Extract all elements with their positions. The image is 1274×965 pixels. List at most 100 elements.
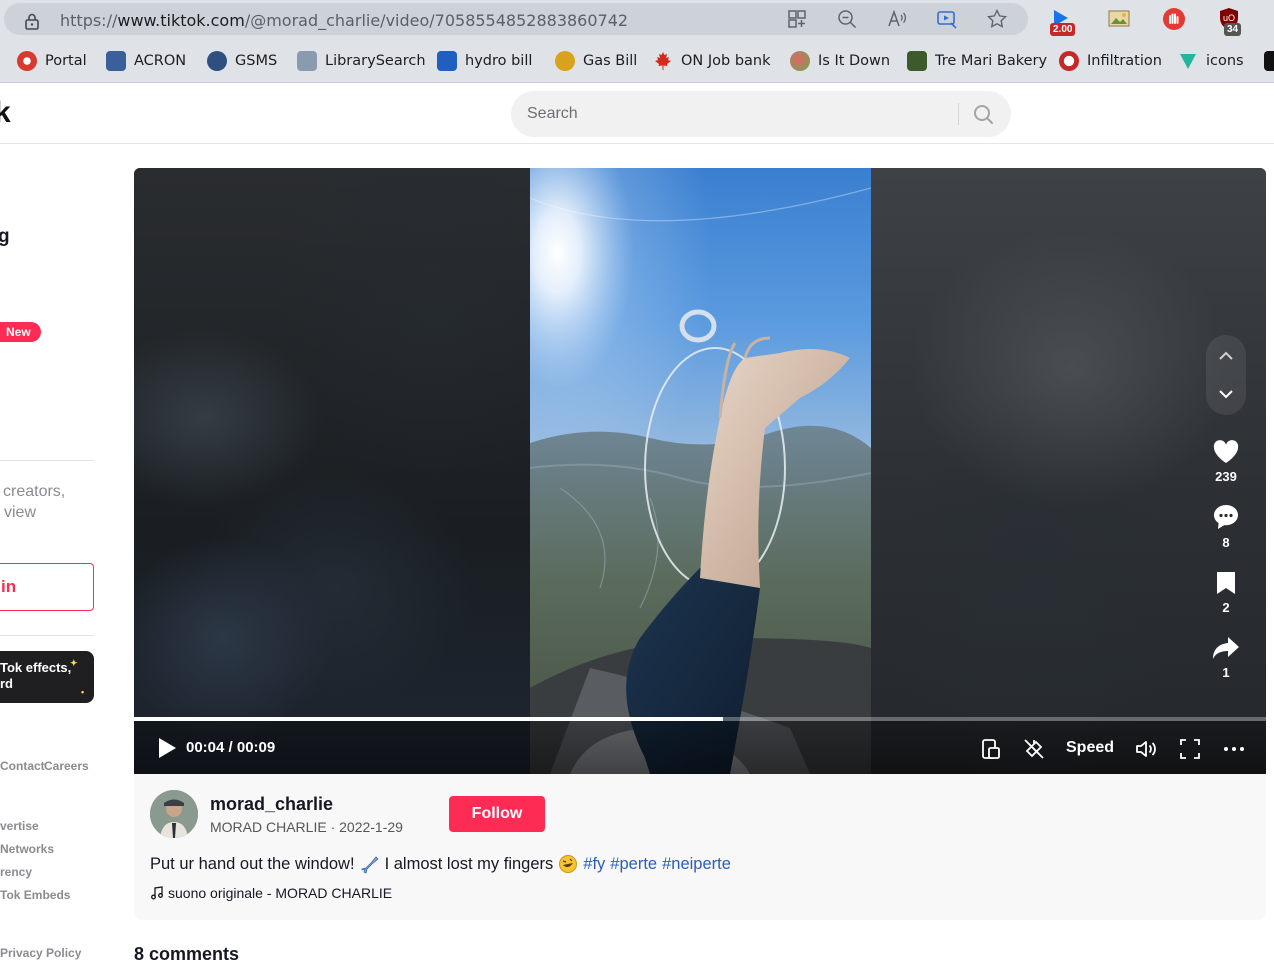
bookmark-hydro-bill[interactable]: hydro bill <box>437 50 532 72</box>
footer-link-networks[interactable]: Networks <box>0 842 54 856</box>
airplane-emoji-icon <box>361 856 379 874</box>
bookmark-is-it-down[interactable]: Is It Down <box>790 50 890 72</box>
chevron-up-icon[interactable] <box>1216 346 1236 366</box>
hydro-icon <box>437 51 457 71</box>
video-still-image <box>530 168 871 774</box>
progress-fill <box>134 717 723 721</box>
save-count: 2 <box>1222 600 1230 615</box>
extension-hand-stop-icon[interactable] <box>1161 6 1187 32</box>
progress-bar[interactable] <box>134 717 1266 721</box>
portal-icon <box>17 51 37 71</box>
extension-ublock-icon[interactable]: uO 34 <box>1216 6 1242 36</box>
heart-icon <box>1213 440 1239 463</box>
comment-count: 8 <box>1222 535 1230 550</box>
video-player[interactable]: 239 8 2 1 00:04 / 00:09 Speed <box>134 168 1266 774</box>
bookmarks-bar: Portal ACRON GSMS LibrarySearch hydro bi… <box>0 38 1274 83</box>
share-arrow-icon <box>1213 637 1239 659</box>
sidebar-login-note: creators, view <box>3 483 66 521</box>
video-cast-icon[interactable] <box>936 8 958 30</box>
tiktok-logo[interactable]: k <box>0 96 11 130</box>
bookmark-acron[interactable]: ACRON <box>106 50 186 72</box>
time-display: 00:04 / 00:09 <box>186 739 276 756</box>
hashtag-fy[interactable]: #fy <box>583 855 605 874</box>
bookmark-overflow[interactable] <box>1264 50 1274 72</box>
rofl-emoji-icon <box>559 855 578 873</box>
isitdown-icon <box>790 51 810 71</box>
share-count: 1 <box>1222 665 1230 680</box>
lock-icon[interactable] <box>23 12 41 30</box>
new-badge: New <box>0 322 41 342</box>
browser-address-bar: https://www.tiktok.com/@morad_charlie/vi… <box>0 0 1274 38</box>
fullscreen-icon[interactable] <box>1178 737 1202 761</box>
avatar[interactable] <box>150 790 198 838</box>
search-bar <box>511 91 1011 137</box>
comment-button[interactable]: 8 <box>1206 503 1246 550</box>
app-available-icon[interactable] <box>786 8 808 30</box>
bookmark-icon <box>1217 572 1235 594</box>
icons-site-icon <box>1180 54 1196 69</box>
bookmark-gsms[interactable]: GSMS <box>207 50 277 72</box>
gsms-icon <box>207 51 227 71</box>
volume-icon[interactable] <box>1134 737 1158 761</box>
bookmark-icons[interactable]: icons <box>1178 50 1244 72</box>
play-icon[interactable] <box>156 736 178 760</box>
footer-link-careers[interactable]: Careers <box>44 759 89 773</box>
sparkle-icon: ✦ <box>70 658 78 668</box>
hashtag-perte[interactable]: #perte <box>610 855 657 874</box>
username[interactable]: morad_charlie <box>210 794 333 815</box>
footer-link-embeds[interactable]: Tok Embeds <box>0 888 70 902</box>
video-frame[interactable] <box>530 168 871 774</box>
bookmark-tre-mari-bakery[interactable]: Tre Mari Bakery <box>907 50 1047 72</box>
avatar-image <box>150 790 198 838</box>
gas-icon <box>555 51 575 71</box>
sidebar-divider <box>0 635 94 636</box>
bookmark-on-job-bank[interactable]: ON Job bank <box>653 50 771 72</box>
infiltration-icon <box>1059 51 1079 71</box>
comment-bubble-icon <box>1214 505 1238 529</box>
zoom-out-icon[interactable] <box>836 8 858 30</box>
bookmark-infiltration[interactable]: Infiltration <box>1059 50 1162 72</box>
video-nav-controls <box>1206 335 1246 415</box>
favorite-star-icon[interactable] <box>986 8 1008 30</box>
sparkle-icon: • <box>81 687 85 697</box>
read-aloud-icon[interactable] <box>886 8 908 30</box>
floating-player-icon[interactable] <box>1022 737 1046 761</box>
bookmark-portal[interactable]: Portal <box>17 50 87 72</box>
video-caption: Put ur hand out the window! I almost los… <box>150 854 731 874</box>
chevron-down-icon[interactable] <box>1216 384 1236 404</box>
save-button[interactable]: 2 <box>1206 570 1246 615</box>
library-icon <box>297 51 317 71</box>
sidebar-nav-item-partial[interactable]: g <box>0 226 10 248</box>
bakery-icon <box>907 51 927 71</box>
follow-button[interactable]: Follow <box>449 796 545 832</box>
url-text: https://www.tiktok.com/@morad_charlie/vi… <box>60 11 629 30</box>
extension-image-icon[interactable] <box>1106 6 1132 32</box>
search-input[interactable] <box>527 91 947 137</box>
post-info-card: morad_charlie MORAD CHARLIE · 2022-1-29 … <box>134 774 1266 920</box>
footer-link-transparency[interactable]: rency <box>0 865 32 879</box>
hashtag-neiperte[interactable]: #neiperte <box>662 855 731 874</box>
author-subline: MORAD CHARLIE · 2022-1-29 <box>210 819 403 835</box>
like-button[interactable]: 239 <box>1206 439 1246 484</box>
login-button[interactable]: in <box>0 563 94 611</box>
share-button[interactable]: 1 <box>1206 635 1246 680</box>
url-field[interactable]: https://www.tiktok.com/@morad_charlie/vi… <box>4 3 1028 35</box>
search-icon[interactable] <box>969 102 997 126</box>
bookmark-librarysearch[interactable]: LibrarySearch <box>297 50 426 72</box>
bookmark-gas-bill[interactable]: Gas Bill <box>555 50 637 72</box>
speed-button[interactable]: Speed <box>1066 739 1114 757</box>
sidebar-divider <box>0 460 94 461</box>
comments-heading: 8 comments <box>134 944 240 964</box>
footer-link-advertise[interactable]: vertise <box>0 819 39 833</box>
mini-player-icon[interactable] <box>979 737 1003 761</box>
music-note-icon <box>151 886 163 900</box>
effects-promo-card[interactable]: Tok effects, rd ✦ • <box>0 651 94 703</box>
music-link[interactable]: suono originale - MORAD CHARLIE <box>150 885 392 901</box>
svg-text:uO: uO <box>1223 13 1235 23</box>
footer-link-contact[interactable]: Contact <box>0 759 45 773</box>
overflow-bookmark-icon <box>1264 51 1274 71</box>
more-options-icon[interactable] <box>1222 737 1246 761</box>
acron-icon <box>106 51 126 71</box>
video-blur-background-left <box>134 168 530 774</box>
extension-speed-icon[interactable]: 2.00 <box>1050 6 1076 36</box>
